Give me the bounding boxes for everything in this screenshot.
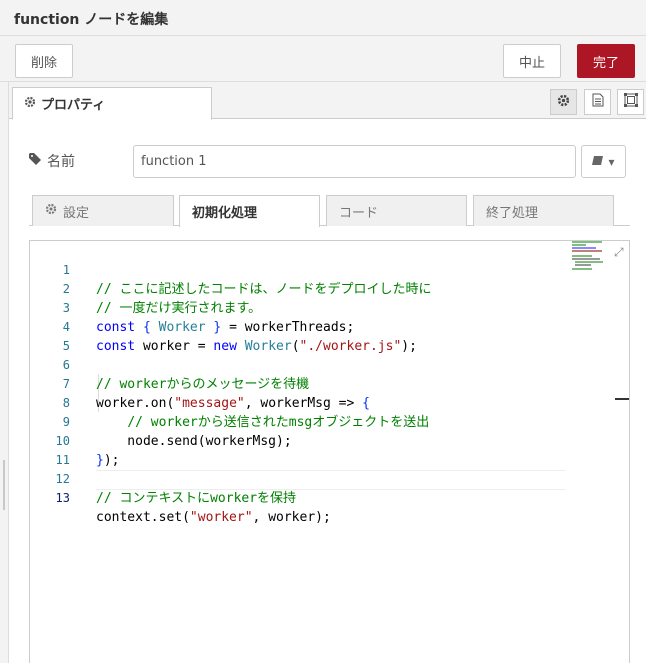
overview-ruler-marker (615, 398, 629, 400)
minimap-row (572, 244, 586, 246)
code-line: 11 (30, 432, 629, 467)
code-text: context.set("worker", worker); (96, 510, 331, 525)
code-line: 3 const { Worker } = workerThreads; (30, 280, 629, 335)
delete-button[interactable]: 削除 (15, 44, 73, 78)
tag-icon (29, 153, 41, 169)
tray-toolbar: 削除 中止 完了 (0, 36, 646, 82)
code-line: 7 worker.on("message", workerMsg => { (30, 356, 629, 411)
gear-icon (557, 94, 570, 111)
document-icon (592, 93, 604, 111)
subtab-on-message[interactable]: コード (326, 195, 467, 226)
tray-header: function ノードを編集 (0, 0, 646, 36)
resize-grip[interactable] (3, 460, 5, 510)
gear-icon (45, 203, 57, 219)
subtab-on-stop-label: 終了処理 (486, 205, 539, 221)
minimap-row (572, 268, 592, 270)
code-line: 5 (30, 318, 629, 353)
appearance-tab-button[interactable] (617, 89, 644, 115)
code-line: 10 }); (30, 413, 629, 468)
function-subtabs: 設定 初期化処理 コード 終了処理 (29, 193, 630, 227)
code-line: 13 context.set("worker", worker); (30, 470, 629, 525)
name-label: 名前 (29, 151, 75, 171)
subtab-on-start-label: 初期化処理 (192, 206, 258, 221)
subtab-on-start[interactable]: 初期化処理 (179, 195, 320, 227)
name-input[interactable] (133, 145, 576, 178)
editor-minimap[interactable] (572, 241, 606, 271)
settings-tab-button[interactable] (550, 89, 577, 115)
left-resize-edge[interactable] (0, 82, 9, 663)
subtab-setup-label: 設定 (63, 205, 90, 221)
book-icon (592, 155, 604, 169)
subtab-on-message-label: コード (339, 205, 379, 221)
expand-icon[interactable]: ⤢ (614, 245, 626, 259)
line-number: 13 (55, 491, 70, 505)
code-line: 8 // workerから送信されたmsgオブジェクトを送出 (30, 375, 629, 430)
minimap-row (572, 247, 596, 249)
tray-tabbar: プロパティ (9, 82, 646, 120)
minimap-row (575, 264, 591, 266)
subtab-setup[interactable]: 設定 (32, 195, 174, 226)
description-tab-button[interactable] (584, 89, 611, 115)
tray-title: function ノードを編集 (14, 12, 169, 28)
cancel-button[interactable]: 中止 (503, 44, 561, 78)
minimap-row (572, 255, 592, 257)
minimap-row (572, 250, 602, 252)
code-text: // コンテキストにworkerを保持 (96, 491, 297, 506)
icon-picker-button[interactable]: ▾ (581, 145, 626, 178)
subtab-on-stop[interactable]: 終了処理 (473, 195, 614, 226)
minimap-row (572, 258, 600, 260)
tab-properties-label: プロパティ (41, 98, 106, 113)
code-line: 2 // 一度だけ実行されます。 (30, 261, 629, 316)
name-label-text: 名前 (47, 154, 75, 170)
minimap-row (575, 261, 603, 263)
done-button[interactable]: 完了 (577, 44, 635, 78)
code-line: 1 // ここに記述したコードは、ノードをデプロイした時に (30, 242, 629, 297)
code-line: 6 // workerからのメッセージを待機 (30, 337, 629, 392)
caret-down-icon: ▾ (608, 154, 615, 169)
code-line: 12 // コンテキストにworkerを保持 (30, 451, 629, 506)
code-editor[interactable]: 1 // ここに記述したコードは、ノードをデプロイした時に 2 // 一度だけ実… (29, 240, 630, 663)
frame-icon (623, 93, 638, 111)
code-line: 4 const worker = new Worker("./worker.js… (30, 299, 629, 354)
code-line: 9 node.send(workerMsg); (30, 394, 629, 449)
tab-properties[interactable]: プロパティ (12, 87, 212, 120)
gear-icon (24, 96, 36, 112)
minimap-row (572, 241, 602, 243)
